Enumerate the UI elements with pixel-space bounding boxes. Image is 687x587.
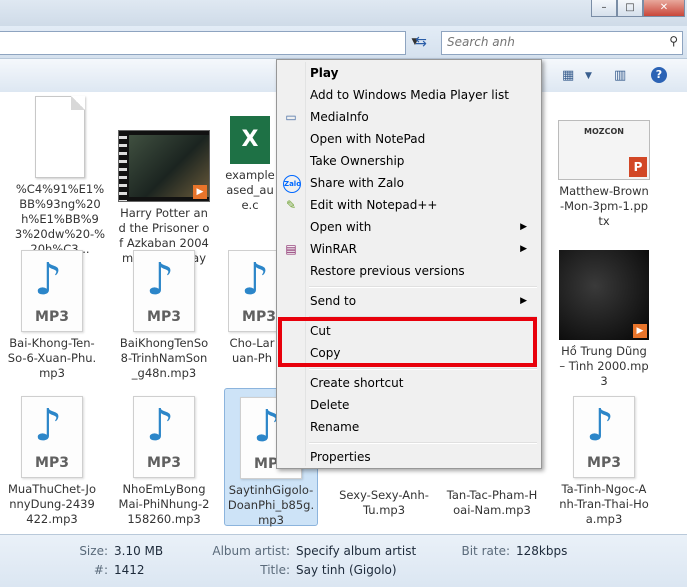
file-name: %C4%91%E1%BB%93ng%20h%E1%BB%93%20dw%20-%…	[14, 182, 106, 256]
menu-item-restore[interactable]: Restore previous versions	[279, 260, 537, 282]
album-art-thumbnail: ▶	[559, 250, 649, 340]
menu-item-add-wmp[interactable]: Add to Windows Media Player list	[279, 84, 537, 106]
detail-key-title: Title:	[260, 563, 290, 577]
menu-item-create-shortcut[interactable]: Create shortcut	[279, 372, 537, 394]
menu-separator	[309, 368, 537, 370]
video-thumbnail-icon: ▶	[118, 130, 210, 202]
details-pane: Size: 3.10 MB #: 1412 Album artist: Spec…	[0, 534, 687, 587]
detail-key-bitrate: Bit rate:	[461, 544, 510, 558]
submenu-arrow-icon: ▶	[520, 222, 527, 232]
help-icon[interactable]: ?	[651, 67, 667, 83]
maximize-button[interactable]: □	[617, 0, 643, 17]
file-name: BaiKhongTenSo8-TrinhNamSon_g48n.mp3	[119, 336, 209, 380]
file-name: SaytinhGigolo-DoanPhi_b85g.mp3	[227, 483, 315, 527]
menu-item-share-zalo[interactable]: Zalo Share with Zalo	[279, 172, 537, 194]
submenu-arrow-icon: ▶	[520, 296, 527, 306]
view-options-icon[interactable]: ▦	[562, 68, 574, 83]
menu-item-mediainfo[interactable]: ▭ MediaInfo	[279, 106, 537, 128]
file-name: Ta-Tinh-Ngoc-Anh-Tran-Thai-Hoa.mp3	[559, 482, 649, 526]
file-tile[interactable]: Tan-Tac-Pham-Hoai-Nam.mp3	[446, 484, 538, 518]
mp3-file-icon: ♪ MP3	[573, 396, 635, 478]
file-tile[interactable]: ♪ MP3 NhoEmLyBongMai-PhiNhung-2158260.mp3	[118, 396, 210, 527]
menu-item-edit-notepadpp[interactable]: ✎ Edit with Notepad++	[279, 194, 537, 216]
detail-value-bitrate: 128kbps	[516, 544, 568, 558]
close-button[interactable]: ✕	[643, 0, 685, 17]
zalo-icon: Zalo	[283, 175, 301, 193]
play-badge-icon: ▶	[633, 324, 647, 338]
file-name: Cho-Lar uan-Ph	[229, 336, 275, 365]
mp3-file-icon: ♪ MP3	[133, 250, 195, 332]
cut-copy-highlight-box	[278, 317, 537, 367]
menu-item-take-ownership[interactable]: Take Ownership	[279, 150, 537, 172]
file-tile[interactable]: ▶ Hồ Trung Dũng – Tình 2000.mp3	[558, 250, 650, 389]
detail-value-title[interactable]: Say tinh (Gigolo)	[296, 563, 397, 577]
file-tile[interactable]: ♪ MP3 BaiKhongTenSo8-TrinhNamSon_g48n.mp3	[118, 250, 210, 381]
mp3-file-icon: ♪ MP3	[21, 250, 83, 332]
detail-key-album-artist: Album artist:	[212, 544, 290, 558]
menu-item-open-notepad[interactable]: Open with NotePad	[279, 128, 537, 150]
file-name: example ased_au e.c	[225, 168, 275, 212]
mp3-file-icon: ♪ MP3	[21, 396, 83, 478]
preview-pane-icon[interactable]: ▥	[614, 68, 626, 83]
file-name: NhoEmLyBongMai-PhiNhung-2158260.mp3	[118, 482, 210, 526]
detail-key-number: #:	[93, 563, 108, 577]
powerpoint-icon: P	[629, 157, 647, 177]
context-menu: Play Add to Windows Media Player list ▭ M…	[276, 59, 542, 469]
menu-separator	[309, 442, 537, 444]
file-name: MuaThuChet-JonnyDung-2439422.mp3	[8, 482, 96, 526]
minimize-button[interactable]: –	[591, 0, 617, 17]
detail-key-size: Size:	[79, 544, 108, 558]
menu-item-open-with[interactable]: Open with ▶	[279, 216, 537, 238]
file-tile[interactable]: ♪ MP3 Cho-Lar uan-Ph	[228, 250, 276, 366]
menu-item-play[interactable]: Play	[279, 62, 537, 84]
file-name: Sexy-Sexy-Anh-Tu.mp3	[339, 488, 429, 517]
menu-item-send-to[interactable]: Send to ▶	[279, 290, 537, 312]
title-bar: – □ ✕	[0, 0, 687, 26]
address-row: ▼ ⇆ ⚲	[0, 26, 687, 59]
file-tile[interactable]: %C4%91%E1%BB%93ng%20h%E1%BB%93%20dw%20-%…	[14, 96, 106, 257]
file-tile[interactable]: Sexy-Sexy-Anh-Tu.mp3	[338, 484, 430, 518]
file-tile[interactable]: X example ased_au e.c	[224, 106, 276, 213]
submenu-arrow-icon: ▶	[520, 244, 527, 254]
mp3-file-icon: ♪ MP3	[228, 250, 276, 332]
file-name: Bai-Khong-Ten-So-6-Xuan-Phu.mp3	[7, 336, 97, 380]
menu-item-rename[interactable]: Rename	[279, 416, 537, 438]
file-tile[interactable]: ♪ MP3 Bai-Khong-Ten-So-6-Xuan-Phu.mp3	[6, 250, 98, 381]
excel-icon: X	[230, 116, 270, 164]
menu-item-winrar[interactable]: ▤ WinRAR ▶	[279, 238, 537, 260]
play-badge-icon: ▶	[193, 185, 207, 199]
menu-separator	[309, 286, 537, 288]
winrar-icon: ▤	[285, 242, 297, 256]
file-tile[interactable]: MOZCON P Matthew-Brown-Mon-3pm-1.pptx	[558, 110, 650, 229]
search-icon[interactable]: ⚲	[669, 34, 678, 48]
file-name: Tan-Tac-Pham-Hoai-Nam.mp3	[446, 488, 538, 517]
notepadpp-icon: ✎	[285, 198, 297, 212]
refresh-icon[interactable]: ⇆	[410, 31, 432, 53]
file-name: Hồ Trung Dũng – Tình 2000.mp3	[559, 344, 649, 388]
menu-item-properties[interactable]: Properties	[279, 446, 537, 468]
detail-value-size: 3.10 MB	[114, 544, 164, 558]
search-box[interactable]: ⚲	[441, 31, 683, 55]
mediainfo-icon: ▭	[285, 110, 297, 124]
search-input[interactable]	[442, 32, 657, 52]
file-name: Matthew-Brown-Mon-3pm-1.pptx	[559, 184, 649, 228]
menu-item-delete[interactable]: Delete	[279, 394, 537, 416]
detail-value-number: 1412	[114, 563, 145, 577]
window-controls: – □ ✕	[591, 0, 685, 17]
file-tile[interactable]: ♪ MP3 Ta-Tinh-Ngoc-Anh-Tran-Thai-Hoa.mp3	[558, 396, 650, 527]
detail-value-album-artist[interactable]: Specify album artist	[296, 544, 416, 558]
document-icon	[35, 96, 85, 178]
address-bar[interactable]	[0, 31, 406, 55]
chevron-down-icon[interactable]: ▼	[585, 71, 592, 81]
powerpoint-thumbnail-icon: MOZCON P	[558, 120, 650, 180]
file-tile[interactable]: ♪ MP3 MuaThuChet-JonnyDung-2439422.mp3	[6, 396, 98, 527]
mp3-file-icon: ♪ MP3	[133, 396, 195, 478]
